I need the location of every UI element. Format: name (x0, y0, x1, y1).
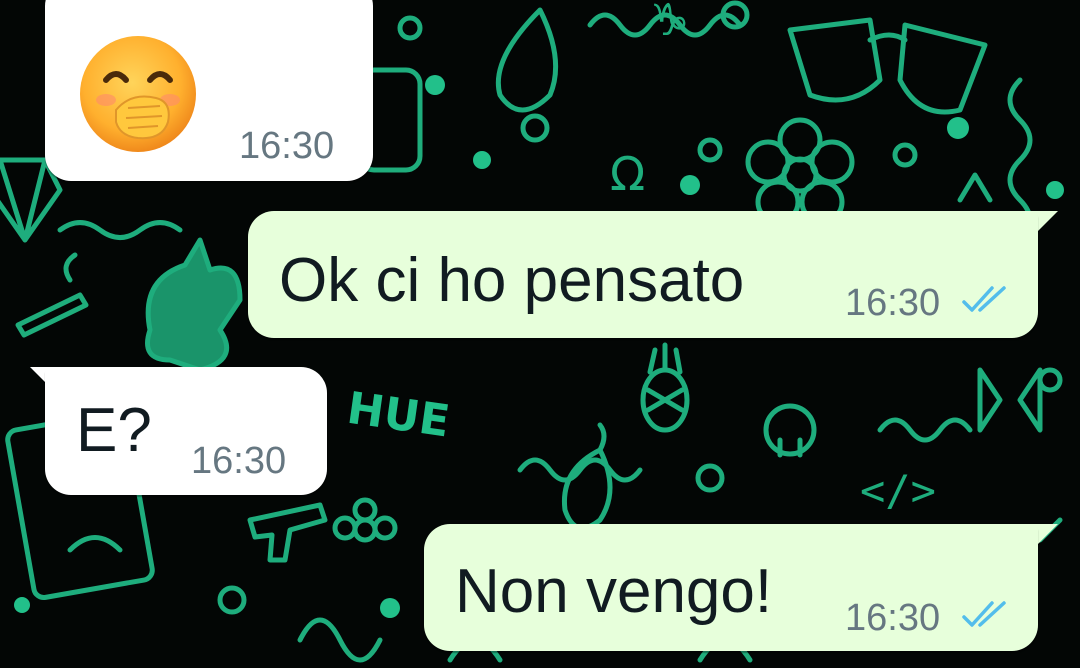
circle-doodle (695, 463, 725, 493)
chat-conversation: Ω ♑ </> HUE 16:30 Ok ci ho pensato 16:30… (0, 0, 1080, 668)
omega-doodle: Ω (610, 147, 645, 201)
incoming-message-bubble[interactable]: E? 16:30 (45, 367, 327, 495)
creature-doodle (145, 237, 243, 373)
dot-doodle (473, 151, 491, 169)
cigarette-doodle (15, 252, 89, 338)
circle-doodle (892, 142, 918, 168)
dot-doodle (947, 117, 969, 139)
message-timestamp: 16:30 (845, 597, 941, 639)
dot-doodle (425, 75, 445, 95)
github-doodle (763, 403, 817, 458)
circle-doodle (520, 113, 550, 143)
message-timestamp: 16:30 (191, 440, 287, 482)
pineapple-doodle (640, 342, 690, 433)
flower-doodle (745, 117, 855, 225)
dot-doodle (680, 175, 700, 195)
code-doodle: </> (860, 466, 936, 515)
sunglasses-doodle (787, 17, 988, 115)
hue-stamp-doodle: HUE (344, 383, 453, 448)
face-with-hand-over-mouth-icon (80, 36, 196, 152)
loop-doodle (297, 617, 383, 663)
circle-doodle (217, 585, 247, 615)
wavy-line-doodle (877, 417, 973, 443)
droplet-doodle (495, 7, 559, 113)
message-text: Non vengo! (455, 557, 773, 626)
circle-doodle (1037, 367, 1063, 393)
bowtie-doodle (977, 367, 1043, 433)
chili-doodle (561, 422, 613, 531)
dot-doodle (14, 597, 30, 613)
circle-doodle (397, 15, 423, 41)
double-check-read-icon (962, 601, 1006, 627)
message-timestamp: 16:30 (845, 282, 941, 324)
toy-gun-doodle (247, 502, 328, 563)
outgoing-message-bubble[interactable]: Ok ci ho pensato 16:30 (248, 211, 1038, 338)
sad-face-doodle (67, 535, 123, 553)
dot-doodle (1046, 181, 1064, 199)
circle-doodle (697, 137, 723, 163)
wavy-line-doodle (57, 220, 183, 240)
double-check-read-icon (962, 286, 1006, 312)
message-text: Ok ci ho pensato (279, 246, 745, 315)
dot-doodle (380, 598, 400, 618)
message-text: E? (76, 396, 152, 465)
incoming-message-bubble[interactable]: 16:30 (45, 0, 373, 181)
small-flower-doodle (332, 497, 398, 543)
outgoing-message-bubble[interactable]: Non vengo! 16:30 (424, 524, 1038, 651)
message-timestamp: 16:30 (239, 125, 335, 167)
zodiac-doodle: ♑ (650, 0, 689, 46)
